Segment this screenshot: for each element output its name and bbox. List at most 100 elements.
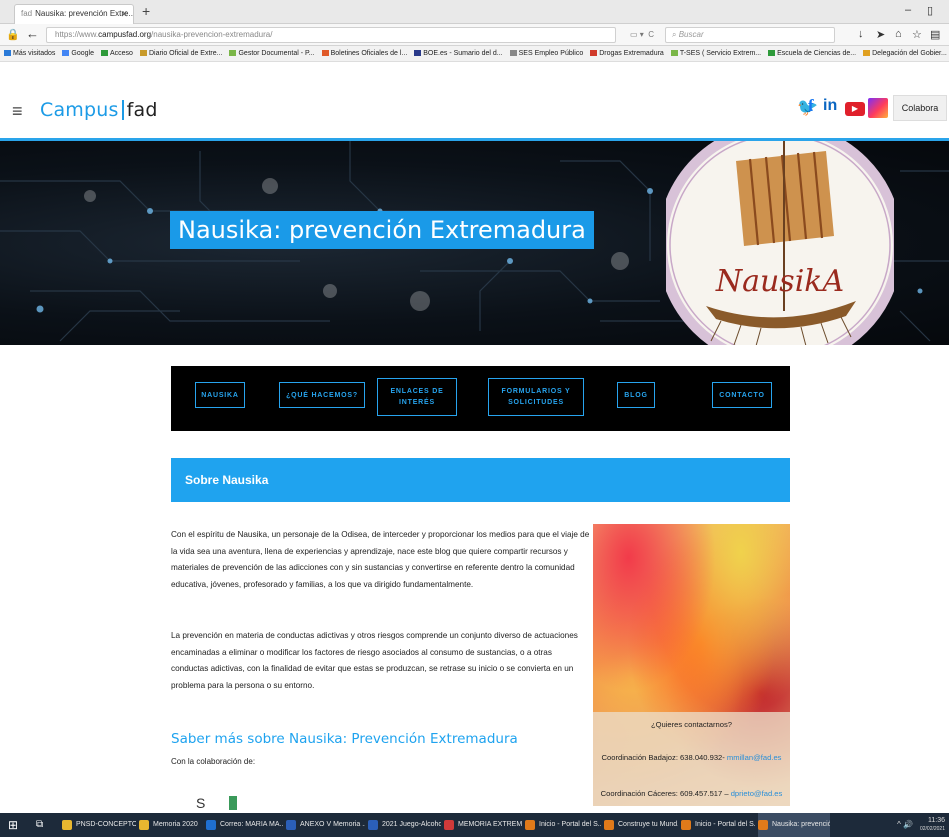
volume-icon[interactable]: ^ 🔊 [897, 820, 913, 829]
url-host: campusfad.org [98, 30, 152, 39]
nav-item-blog[interactable]: BLOG [617, 382, 655, 408]
library-icon[interactable]: ▤ [930, 28, 940, 41]
browser-tab[interactable]: fad Nausika: prevención Extre... ✕ [14, 4, 134, 24]
taskbar-item[interactable]: Construye tu Mund... [604, 813, 678, 837]
nav-item-formularios[interactable]: FORMULARIOS Y SOLICITUDES [488, 378, 584, 416]
bookmarks-bar: Más visitados Google Acceso Diario Oficial … [0, 46, 949, 62]
bookmark-item[interactable]: T-SES ( Servicio Extrem... [670, 46, 762, 61]
bookmark-label: Gestor Documental - P... [238, 50, 315, 57]
star-icon[interactable]: ☆ [912, 28, 922, 41]
taskbar-item[interactable]: Memoria 2020 [139, 813, 203, 837]
tab-favicon: fad [21, 9, 33, 18]
bookmark-favicon-icon [139, 50, 147, 56]
nav-item-enlaces[interactable]: ENLACES DE INTERÉS [377, 378, 457, 416]
clock-time: 11:36 [928, 817, 945, 824]
download-icon[interactable]: ↓ [858, 28, 864, 40]
linkedin-icon[interactable]: in [823, 97, 837, 115]
taskbar-app-icon [604, 820, 614, 830]
prevention-paragraph: La prevención en materia de conductas ad… [171, 631, 578, 690]
taskbar-item-label: MEMORIA EXTREM... [458, 821, 522, 828]
nausika-ship-logo: NausikA [666, 141, 894, 345]
taskbar-app-icon [206, 820, 216, 830]
windows-start-icon[interactable]: ⊞ [8, 818, 18, 832]
nav-item-contacto[interactable]: CONTACTO [712, 382, 772, 408]
taskbar-item[interactable]: MEMORIA EXTREM... [444, 813, 522, 837]
bookmark-favicon-icon [414, 50, 422, 56]
logo-separator [121, 100, 124, 120]
main-nav: NAUSIKA ¿QUÉ HACEMOS? ENLACES DE INTERÉS… [171, 366, 790, 431]
bookmark-favicon-icon [590, 50, 598, 56]
bookmark-item[interactable]: Más visitados [4, 46, 55, 61]
bookmark-label: Drogas Extremadura [599, 50, 664, 57]
bookmark-favicon-icon [229, 50, 237, 56]
restore-icon[interactable]: ▯ [927, 4, 933, 17]
search-input[interactable]: ⌕ Buscar [665, 27, 835, 43]
bookmark-item[interactable]: Delegación del Gobier... [863, 46, 947, 61]
back-arrow-icon[interactable]: ← [26, 26, 39, 41]
menu-icon[interactable]: ≡ [12, 101, 23, 122]
address-bar[interactable]: https://www.campusfad.org/nausika-preven… [46, 27, 616, 43]
bookmark-label: Más visitados [13, 50, 56, 57]
intro-paragraph: Con el espíritu de Nausika, un personaje… [171, 530, 590, 589]
colabora-button[interactable]: Colabora [893, 95, 947, 121]
campusfad-logo[interactable]: Campus fad [40, 99, 158, 121]
bookmark-item[interactable]: Escuela de Ciencias de... [768, 46, 856, 61]
taskbar-app-icon [139, 820, 149, 830]
nausika-logo-text: NausikA [715, 264, 844, 299]
badajoz-contact: Coordinación Badajoz: 638.040.932- [601, 753, 727, 762]
taskbar-app-icon [368, 820, 378, 830]
bookmark-label: Delegación del Gobier... [872, 50, 947, 57]
bookmark-item[interactable]: Boletines Oficiales de l... [321, 46, 408, 61]
bookmark-label: Boletines Oficiales de l... [330, 50, 408, 57]
bookmark-item[interactable]: Google [62, 46, 94, 61]
bookmark-item[interactable]: Gestor Documental - P... [229, 46, 315, 61]
bookmark-label: Acceso [109, 50, 133, 57]
bookmark-favicon-icon [670, 50, 678, 56]
logo-left-text: Campus [40, 99, 119, 121]
tab-title: Nausika: prevención Extre... [35, 9, 134, 18]
taskbar-item[interactable]: Correo: MARIA MA... [206, 813, 283, 837]
bookmark-label: T-SES ( Servicio Extrem... [679, 50, 762, 57]
taskbar-item-label: Inicio - Portal del S... [539, 821, 601, 828]
browser-tab-bar: fad Nausika: prevención Extre... ✕ + – ▯ [0, 0, 949, 24]
contact-card: ¿Quieres contactarnos? Coordinación Bada… [593, 524, 790, 806]
taskbar-item-label: PNSD-CONCEPTO ... [76, 821, 136, 828]
bookmark-item[interactable]: Drogas Extremadura [590, 46, 664, 61]
minimize-icon[interactable]: – [905, 4, 911, 16]
contact-question: ¿Quieres contactarnos? [650, 720, 733, 729]
taskbar-item[interactable]: Inicio - Portal del S... [525, 813, 601, 837]
bookmark-label: Google [71, 50, 94, 57]
navigation-toolbar: 🔒 ← https://www.campusfad.org/nausika-pr… [0, 24, 949, 46]
home-icon[interactable]: ⌂ [895, 28, 902, 40]
taskbar-app-icon [62, 820, 72, 830]
bookmark-item[interactable]: BOE.es - Sumario del d... [414, 46, 503, 61]
reload-icon[interactable]: ▭ ▾ C [630, 30, 654, 39]
taskbar-app-icon [525, 820, 535, 830]
close-icon[interactable]: ✕ [120, 5, 128, 23]
badajoz-email-link[interactable]: mmillan@fad.es [727, 753, 782, 762]
clock-date: 02/02/2021 [919, 826, 945, 832]
bookmark-item[interactable]: SES Empleo Público [509, 46, 583, 61]
section-header: Sobre Nausika [171, 458, 790, 502]
instagram-icon[interactable] [868, 98, 888, 118]
nav-item-que-hacemos[interactable]: ¿QUÉ HACEMOS? [279, 382, 365, 408]
nav-item-nausika[interactable]: NAUSIKA [195, 382, 245, 408]
caceres-email-link[interactable]: dprieto@fad.es [731, 789, 783, 798]
taskbar-item[interactable]: Inicio - Portal del S... [681, 813, 755, 837]
bookmark-item[interactable]: Diario Oficial de Extre... [139, 46, 223, 61]
new-tab-button[interactable]: + [142, 3, 150, 19]
saber-mas-link[interactable]: Saber más sobre Nausika: Prevención Extr… [171, 731, 518, 747]
taskbar-item[interactable]: 2021 Juego-Alcoho... [368, 813, 441, 837]
send-icon[interactable]: ➤ [876, 28, 885, 41]
taskbar-item[interactable]: PNSD-CONCEPTO ... [62, 813, 136, 837]
bookmark-label: Diario Oficial de Extre... [148, 50, 223, 57]
bookmark-favicon-icon [62, 50, 70, 56]
section-title: Sobre Nausika [185, 473, 269, 487]
bookmark-favicon-icon [863, 50, 871, 56]
taskbar-item[interactable]: Nausika: prevenció... [758, 813, 830, 837]
task-view-icon[interactable]: ⧉ [36, 819, 43, 830]
youtube-icon[interactable]: ▶ [845, 102, 865, 116]
bookmark-item[interactable]: Acceso [100, 46, 133, 61]
taskbar-item[interactable]: ANEXO V Memoria ... [286, 813, 365, 837]
collaboration-label: Con la colaboración de: [171, 757, 256, 766]
